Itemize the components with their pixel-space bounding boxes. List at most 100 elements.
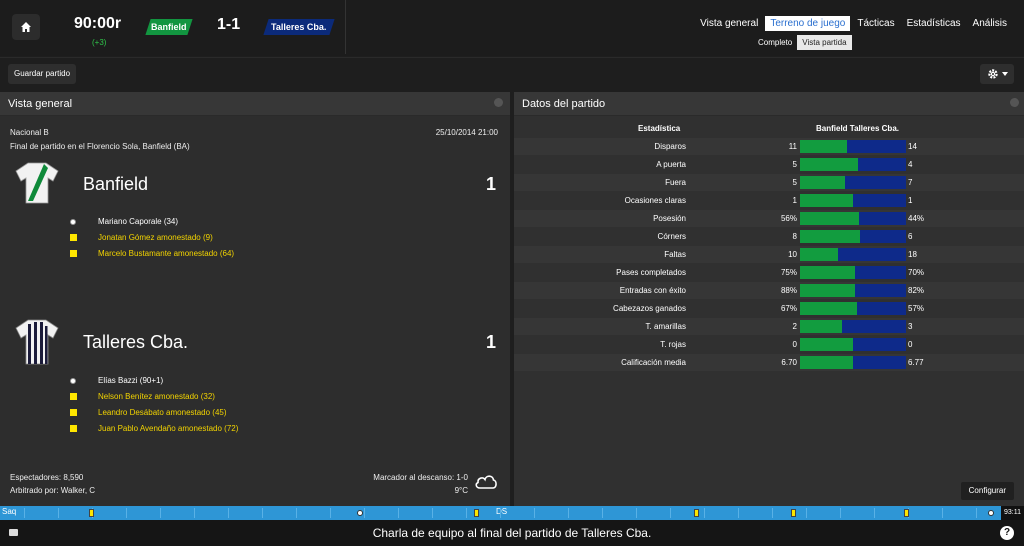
subtab-vista-partida[interactable]: Vista partida (797, 35, 852, 50)
home-button[interactable] (12, 14, 40, 40)
status-message: Charla de equipo al final del partido de… (372, 526, 652, 540)
stat-label: Disparos (654, 142, 686, 151)
yellow-card-icon (70, 234, 77, 241)
away-team-goals: 1 (486, 332, 497, 352)
stat-row: T. rojas 0 0 (514, 336, 1024, 353)
yellow-card-icon (70, 425, 77, 432)
yellow-card-marker[interactable] (89, 509, 94, 517)
stat-label: Fuera (665, 178, 686, 187)
stat-home-value: 0 (792, 340, 797, 349)
tab-terreno-de-juego[interactable]: Terreno de juego (765, 16, 851, 31)
stat-bar-away (855, 266, 906, 279)
stat-away-value: 82% (908, 286, 925, 295)
temperature: 9°C (454, 486, 468, 495)
yellow-card-marker[interactable] (474, 509, 479, 517)
stat-bar-away (842, 320, 906, 333)
match-datetime: 25/10/2014 21:00 (435, 128, 498, 137)
stat-bar (800, 302, 906, 315)
stat-bar-away (844, 176, 906, 189)
home-icon (21, 22, 31, 32)
stat-bar-home (800, 320, 843, 333)
stats-title: Datos del partido (522, 98, 606, 110)
stat-away-value: 1 (908, 196, 913, 205)
event-item: Juan Pablo Avendaño amonestado (72) (70, 423, 238, 434)
tab-estadisticas[interactable]: Estadísticas (902, 16, 966, 31)
timeline-tick (160, 508, 161, 518)
yellow-card-marker[interactable] (791, 509, 796, 517)
stat-bar-away (838, 248, 906, 261)
configure-button[interactable]: Configurar (960, 482, 1014, 500)
stat-bar (800, 266, 906, 279)
stat-row: Pases completados 75% 70% (514, 264, 1024, 281)
sub-tabs: Completo Vista partida (753, 35, 852, 50)
timeline-tick (432, 508, 433, 518)
event-item: Leandro Desábato amonestado (45) (70, 407, 227, 418)
event-item: Jonatan Gómez amonestado (9) (70, 232, 213, 243)
overview-title: Vista general (8, 98, 73, 110)
event-text: Marcelo Bustamante amonestado (64) (98, 249, 235, 258)
subtab-completo[interactable]: Completo (753, 35, 797, 50)
help-button[interactable]: ? (1000, 526, 1014, 540)
stat-bar-home (800, 176, 845, 189)
halftime-score: Marcador al descanso: 1-0 (373, 473, 468, 482)
stat-home-value: 10 (788, 250, 797, 259)
stat-away-value: 18 (908, 250, 917, 259)
stat-bar-home (800, 194, 853, 207)
timeline-tick (296, 508, 297, 518)
event-text: Leandro Desábato amonestado (45) (98, 408, 227, 417)
stat-bar-home (800, 140, 847, 153)
collapse-icon[interactable] (494, 98, 503, 107)
home-team-label: Banfield (151, 22, 187, 32)
stat-label: Faltas (664, 250, 686, 259)
timeline-tick (262, 508, 263, 518)
yellow-card-marker[interactable] (694, 509, 699, 517)
stat-home-value: 11 (788, 142, 797, 151)
timeline-tick (24, 508, 25, 518)
stat-bar (800, 356, 906, 369)
timeline-tick (636, 508, 637, 518)
stat-label: Posesión (653, 214, 686, 223)
home-team-name: Banfield (83, 174, 149, 194)
settings-menu-button[interactable] (980, 64, 1014, 84)
stat-row: T. amarillas 2 3 (514, 318, 1024, 335)
stat-home-value: 8 (792, 232, 797, 241)
event-text: Juan Pablo Avendaño amonestado (72) (98, 424, 239, 433)
goal-marker[interactable] (357, 510, 363, 516)
away-team-label: Talleres Cba. (271, 22, 327, 32)
stat-row: Fuera 5 7 (514, 174, 1024, 191)
goal-ball-icon (70, 218, 76, 225)
goal-marker[interactable] (988, 510, 994, 516)
match-clock: 90:00r (74, 15, 122, 32)
away-team-badge[interactable]: Talleres Cba. (263, 19, 335, 35)
tab-analisis[interactable]: Análisis (968, 16, 1012, 31)
stat-bar-away (855, 284, 906, 297)
stat-label: Cabezazos ganados (613, 304, 686, 313)
timeline-tick (670, 508, 671, 518)
save-match-button[interactable]: Guardar partido (8, 64, 77, 84)
match-timeline[interactable]: Saq DS 93:11 (0, 506, 1024, 520)
away-shirt-icon (15, 319, 59, 365)
collapse-icon[interactable] (1010, 98, 1019, 107)
stat-bar-home (800, 248, 839, 261)
stat-away-value: 6.77 (908, 358, 924, 367)
timeline-tick (534, 508, 535, 518)
stat-bar-away (853, 194, 906, 207)
stat-away-value: 70% (908, 268, 925, 277)
yellow-card-marker[interactable] (904, 509, 909, 517)
stat-away-value: 7 (908, 178, 913, 187)
stat-home-value: 88% (780, 286, 797, 295)
stat-away-value: 44% (908, 214, 925, 223)
yellow-card-icon (70, 393, 77, 400)
stat-away-value: 14 (908, 142, 917, 151)
stat-bar-away (860, 230, 906, 243)
stat-bar-away (853, 338, 906, 351)
timeline-tick (602, 508, 603, 518)
timeline-tick (398, 508, 399, 518)
home-team-badge[interactable]: Banfield (145, 19, 193, 35)
stat-bar (800, 176, 906, 189)
tab-tacticas[interactable]: Tácticas (852, 16, 899, 31)
event-item: Marcelo Bustamante amonestado (64) (70, 248, 234, 259)
stat-home-value: 5 (792, 178, 797, 187)
stat-label: T. amarillas (645, 322, 686, 331)
tab-vista-general[interactable]: Vista general (695, 16, 763, 31)
